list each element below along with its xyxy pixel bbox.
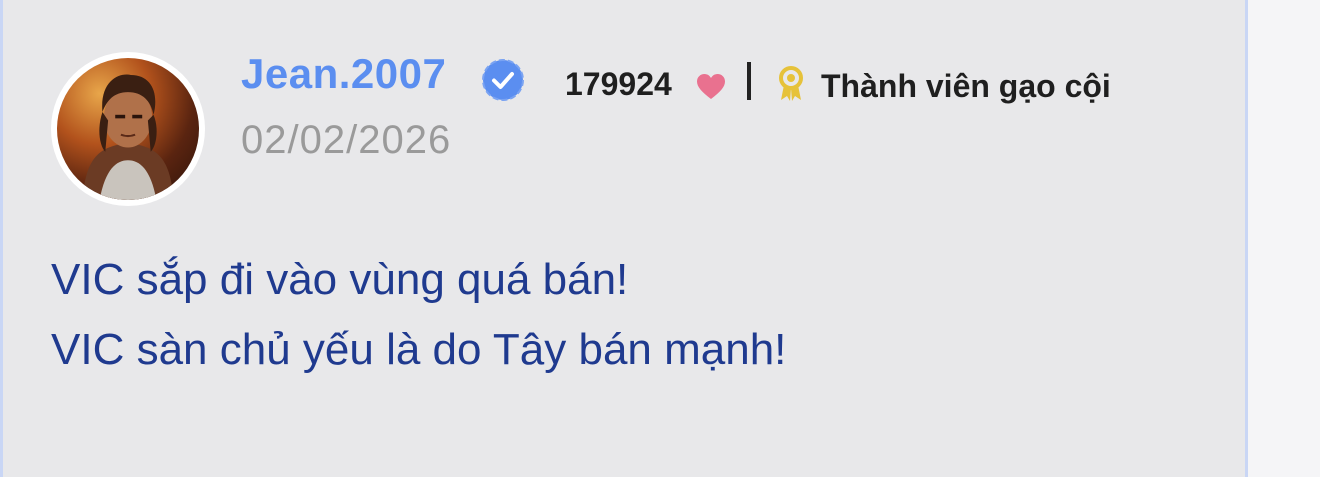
post-text-line: VIC sàn chủ yếu là do Tây bán mạnh! [51,325,787,374]
post-text-line: VIC sắp đi vào vùng quá bán! [51,255,629,304]
avatar-portrait [82,74,174,200]
post-card: Jean.2007 179924 Thành viên gạo cội 02/0… [0,0,1248,477]
award-badge-icon [779,66,803,101]
heart-icon[interactable] [696,73,726,101]
divider [747,62,751,100]
member-rank: Thành viên gạo cội [821,68,1111,104]
username[interactable]: Jean.2007 [241,50,446,98]
avatar-image [57,58,199,200]
verified-check-icon [482,59,524,101]
avatar[interactable] [51,52,205,206]
post-date: 02/02/2026 [241,118,452,162]
like-count: 179924 [565,66,672,102]
